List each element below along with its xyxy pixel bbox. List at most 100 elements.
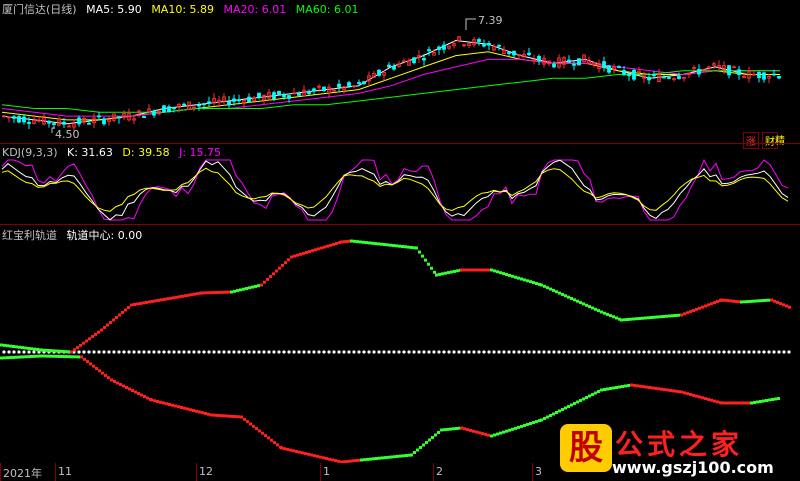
center-dot bbox=[322, 350, 326, 354]
upper-rail-segment bbox=[576, 299, 579, 303]
candle-body bbox=[757, 71, 761, 79]
center-dot bbox=[7, 350, 11, 354]
upper-rail-segment bbox=[290, 255, 293, 259]
lower-rail-segment bbox=[360, 458, 363, 462]
high-marker bbox=[465, 18, 476, 30]
lower-rail-segment bbox=[76, 355, 79, 359]
lower-rail-segment bbox=[695, 394, 698, 398]
candle-body bbox=[607, 65, 611, 73]
center-dot bbox=[142, 350, 146, 354]
lower-rail-segment bbox=[704, 397, 707, 401]
center-dot bbox=[387, 350, 391, 354]
upper-rail-segment bbox=[157, 298, 160, 302]
lower-rail-segment bbox=[283, 447, 286, 451]
center-dot bbox=[587, 350, 591, 354]
upper-rail-segment bbox=[770, 298, 773, 302]
center-dot bbox=[697, 350, 701, 354]
center-dot bbox=[657, 350, 661, 354]
upper-rail-segment bbox=[435, 273, 438, 277]
candle-body bbox=[647, 76, 651, 81]
lower-rail-segment bbox=[180, 406, 183, 409]
upper-rail-segment bbox=[755, 299, 758, 303]
upper-rail-segment bbox=[424, 258, 427, 262]
upper-rail-segment bbox=[52, 349, 55, 353]
upper-rail-segment bbox=[329, 243, 332, 247]
upper-rail-segment bbox=[395, 244, 398, 248]
upper-rail-segment bbox=[350, 239, 353, 243]
center-dot bbox=[137, 350, 141, 354]
upper-rail-segment bbox=[686, 311, 689, 315]
lower-rail-segment bbox=[21, 355, 24, 359]
candle-body bbox=[512, 50, 516, 56]
upper-rail-segment bbox=[353, 239, 356, 243]
candle-body bbox=[47, 120, 51, 124]
lower-rail-segment bbox=[523, 423, 526, 427]
lower-rail-segment bbox=[609, 387, 612, 390]
center-dot bbox=[642, 350, 646, 354]
upper-rail-segment bbox=[520, 277, 523, 281]
upper-rail-segment bbox=[24, 346, 27, 350]
watermark-url: www.gszj100.com bbox=[612, 458, 774, 477]
lower-rail-segment bbox=[738, 401, 741, 405]
center-dot bbox=[242, 350, 246, 354]
upper-rail-segment bbox=[677, 313, 680, 317]
upper-rail-segment bbox=[175, 295, 178, 299]
lower-rail-segment bbox=[113, 380, 116, 383]
center-dot bbox=[247, 350, 251, 354]
upper-rail-segment bbox=[638, 317, 641, 320]
candle-body bbox=[232, 98, 236, 102]
lower-rail-segment bbox=[366, 457, 369, 461]
upper-rail-segment bbox=[720, 298, 723, 302]
upper-rail-segment bbox=[118, 313, 121, 317]
upper-rail-segment bbox=[106, 323, 109, 327]
lower-rail-segment bbox=[98, 369, 101, 373]
upper-rail-segment bbox=[166, 297, 169, 301]
lower-rail-segment bbox=[156, 400, 159, 403]
lower-rail-segment bbox=[645, 385, 648, 389]
upper-rail-segment bbox=[508, 273, 511, 277]
upper-rail-segment bbox=[427, 262, 430, 266]
kdj-d-line bbox=[1, 167, 789, 212]
upper-rail-segment bbox=[671, 314, 674, 318]
upper-rail-segment bbox=[392, 244, 395, 248]
lower-rail-segment bbox=[660, 387, 663, 391]
upper-rail-segment bbox=[433, 270, 436, 274]
upper-rail-segment bbox=[224, 290, 227, 294]
upper-rail-segment bbox=[263, 280, 266, 284]
candle-body bbox=[102, 118, 106, 125]
center-dot bbox=[487, 350, 491, 354]
lower-rail-segment bbox=[747, 401, 750, 405]
lower-rail-segment bbox=[70, 355, 73, 359]
lower-rail-segment bbox=[387, 455, 390, 459]
lower-rail-segment bbox=[600, 388, 603, 392]
upper-rail-segment bbox=[526, 279, 529, 283]
center-dot bbox=[202, 350, 206, 354]
lower-rail-segment bbox=[322, 456, 325, 460]
lower-rail-segment bbox=[363, 458, 366, 462]
center-dot bbox=[217, 350, 221, 354]
lower-rail-segment bbox=[134, 390, 137, 394]
lower-rail-segment bbox=[777, 397, 780, 400]
candle-body bbox=[762, 72, 766, 80]
lower-rail-segment bbox=[508, 428, 511, 432]
lower-rail-segment bbox=[707, 397, 710, 401]
lower-rail-segment bbox=[683, 391, 686, 395]
upper-rail-segment bbox=[148, 300, 151, 304]
center-dot bbox=[302, 350, 306, 354]
upper-rail-segment bbox=[615, 316, 618, 320]
lower-rail-segment bbox=[567, 405, 570, 408]
upper-rail-segment bbox=[145, 300, 148, 304]
center-dot bbox=[592, 350, 596, 354]
upper-rail-segment bbox=[453, 269, 456, 273]
upper-rail-segment bbox=[130, 303, 133, 307]
lower-rail-segment bbox=[369, 457, 372, 461]
lower-rail-segment bbox=[529, 422, 532, 426]
center-dot bbox=[742, 350, 746, 354]
upper-rail-segment bbox=[209, 291, 212, 295]
lower-rail-segment bbox=[219, 414, 222, 418]
lower-rail-segment bbox=[672, 389, 675, 393]
center-dot bbox=[237, 350, 241, 354]
lower-rail-segment bbox=[675, 389, 678, 393]
lower-rail-segment bbox=[24, 355, 27, 359]
candle-body bbox=[527, 52, 531, 56]
